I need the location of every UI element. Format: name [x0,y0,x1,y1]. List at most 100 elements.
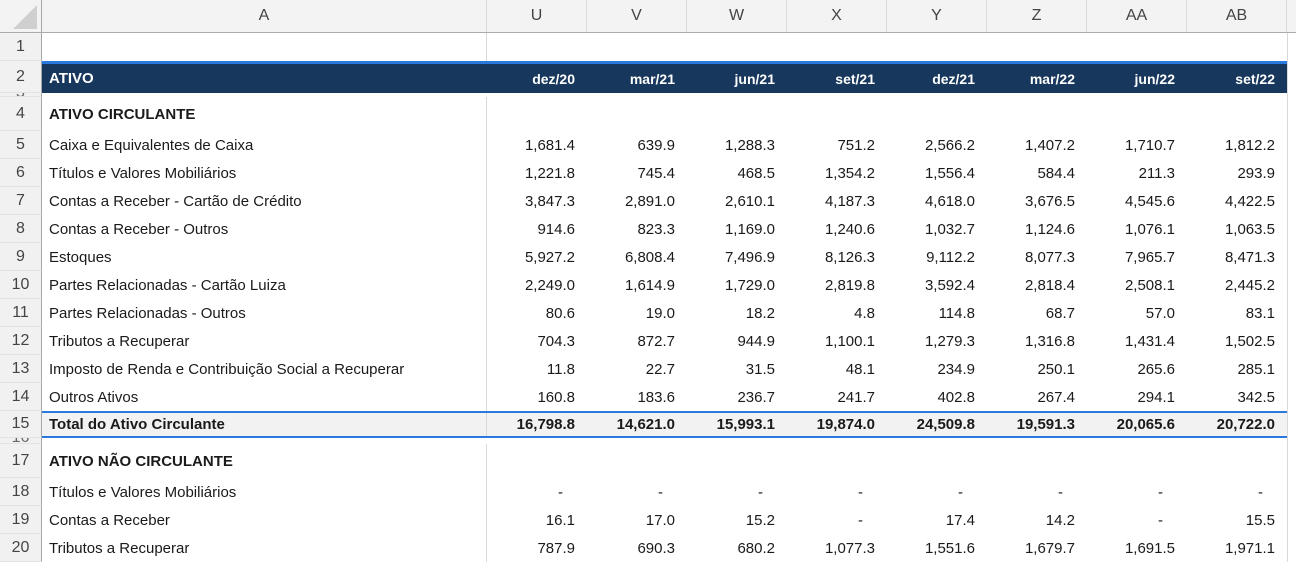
cell-AA19[interactable]: - [1087,506,1187,534]
row-header-7[interactable]: 7 [0,187,42,215]
cell-AB13[interactable]: 285.1 [1187,355,1287,383]
cell-X2[interactable]: set/21 [787,64,887,93]
cell-X11[interactable]: 4.8 [787,299,887,327]
cell-X19[interactable]: - [787,506,887,534]
cell-W15[interactable]: 15,993.1 [687,413,787,436]
cell-X10[interactable]: 2,819.8 [787,271,887,299]
cell-AB9[interactable]: 8,471.3 [1187,243,1287,271]
cell-W18[interactable]: - [687,478,787,506]
cell-V17[interactable] [587,444,687,478]
cell-Z15[interactable]: 19,591.3 [987,413,1087,436]
cell-W14[interactable]: 236.7 [687,383,787,411]
cell-A15[interactable]: Total do Ativo Circulante [42,413,487,436]
row-header-9[interactable]: 9 [0,243,42,271]
row-header-4[interactable]: 4 [0,97,42,131]
cell-U7[interactable]: 3,847.3 [487,187,587,215]
cell-Y18[interactable]: - [887,478,987,506]
cell-V8[interactable]: 823.3 [587,215,687,243]
cell-X12[interactable]: 1,100.1 [787,327,887,355]
cell-X6[interactable]: 1,354.2 [787,159,887,187]
cell-AB20[interactable]: 1,971.1 [1187,534,1287,562]
cell-Y20[interactable]: 1,551.6 [887,534,987,562]
cell-A20[interactable]: Tributos a Recuperar [42,534,487,562]
column-header-X[interactable]: X [787,0,887,32]
cell-AA6[interactable]: 211.3 [1087,159,1187,187]
cell-W2[interactable]: jun/21 [687,64,787,93]
cell-A12[interactable]: Tributos a Recuperar [42,327,487,355]
cell-A7[interactable]: Contas a Receber - Cartão de Crédito [42,187,487,215]
cell-U8[interactable]: 914.6 [487,215,587,243]
cell-A19[interactable]: Contas a Receber [42,506,487,534]
cell-W4[interactable] [687,97,787,131]
cell-V11[interactable]: 19.0 [587,299,687,327]
cell-A10[interactable]: Partes Relacionadas - Cartão Luiza [42,271,487,299]
row-header-12[interactable]: 12 [0,327,42,355]
cell-Z18[interactable]: - [987,478,1087,506]
cell-Y6[interactable]: 1,556.4 [887,159,987,187]
row-header-13[interactable]: 13 [0,355,42,383]
cell-A4[interactable]: ATIVO CIRCULANTE [42,97,487,131]
cell-AA5[interactable]: 1,710.7 [1087,131,1187,159]
cell-Y13[interactable]: 234.9 [887,355,987,383]
cell-AA10[interactable]: 2,508.1 [1087,271,1187,299]
cell-U15[interactable]: 16,798.8 [487,413,587,436]
cell-Z10[interactable]: 2,818.4 [987,271,1087,299]
cell-AA9[interactable]: 7,965.7 [1087,243,1187,271]
cell-Y8[interactable]: 1,032.7 [887,215,987,243]
column-header-AA[interactable]: AA [1087,0,1187,32]
cell-AA20[interactable]: 1,691.5 [1087,534,1187,562]
row-header-8[interactable]: 8 [0,215,42,243]
cell-X5[interactable]: 751.2 [787,131,887,159]
cell-W6[interactable]: 468.5 [687,159,787,187]
row-header-11[interactable]: 11 [0,299,42,327]
column-header-W[interactable]: W [687,0,787,32]
row-header-15[interactable]: 15 [0,411,42,438]
cell-Y4[interactable] [887,97,987,131]
cell-Z2[interactable]: mar/22 [987,64,1087,93]
cell-W9[interactable]: 7,496.9 [687,243,787,271]
cell-AA15[interactable]: 20,065.6 [1087,413,1187,436]
cell-X7[interactable]: 4,187.3 [787,187,887,215]
cell-Z14[interactable]: 267.4 [987,383,1087,411]
select-all-corner[interactable] [0,0,42,32]
cell-W10[interactable]: 1,729.0 [687,271,787,299]
cell-W8[interactable]: 1,169.0 [687,215,787,243]
cell-Z1[interactable] [987,33,1087,61]
cell-Z17[interactable] [987,444,1087,478]
cell-Z4[interactable] [987,97,1087,131]
cell-U10[interactable]: 2,249.0 [487,271,587,299]
cell-Y5[interactable]: 2,566.2 [887,131,987,159]
cell-AB1[interactable] [1187,33,1287,61]
cell-A2[interactable]: ATIVO [42,64,487,93]
cell-A18[interactable]: Títulos e Valores Mobiliários [42,478,487,506]
cell-X15[interactable]: 19,874.0 [787,413,887,436]
cell-AA17[interactable] [1087,444,1187,478]
cell-A8[interactable]: Contas a Receber - Outros [42,215,487,243]
cell-Y19[interactable]: 17.4 [887,506,987,534]
cell-Z11[interactable]: 68.7 [987,299,1087,327]
cell-AB4[interactable] [1187,97,1287,131]
cell-Y10[interactable]: 3,592.4 [887,271,987,299]
cell-W11[interactable]: 18.2 [687,299,787,327]
cell-Y14[interactable]: 402.8 [887,383,987,411]
row-header-6[interactable]: 6 [0,159,42,187]
row-header-14[interactable]: 14 [0,383,42,411]
cell-A9[interactable]: Estoques [42,243,487,271]
cell-AB5[interactable]: 1,812.2 [1187,131,1287,159]
cell-V14[interactable]: 183.6 [587,383,687,411]
column-header-AB[interactable]: AB [1187,0,1287,32]
cell-X1[interactable] [787,33,887,61]
cell-A5[interactable]: Caixa e Equivalentes de Caixa [42,131,487,159]
cell-Y12[interactable]: 1,279.3 [887,327,987,355]
cell-W5[interactable]: 1,288.3 [687,131,787,159]
cell-AB7[interactable]: 4,422.5 [1187,187,1287,215]
cell-U14[interactable]: 160.8 [487,383,587,411]
cell-Y15[interactable]: 24,509.8 [887,413,987,436]
cell-AB2[interactable]: set/22 [1187,64,1287,93]
row-header-17[interactable]: 17 [0,444,42,478]
cell-U4[interactable] [487,97,587,131]
cell-Z20[interactable]: 1,679.7 [987,534,1087,562]
cell-W19[interactable]: 15.2 [687,506,787,534]
cell-V4[interactable] [587,97,687,131]
cell-AA7[interactable]: 4,545.6 [1087,187,1187,215]
